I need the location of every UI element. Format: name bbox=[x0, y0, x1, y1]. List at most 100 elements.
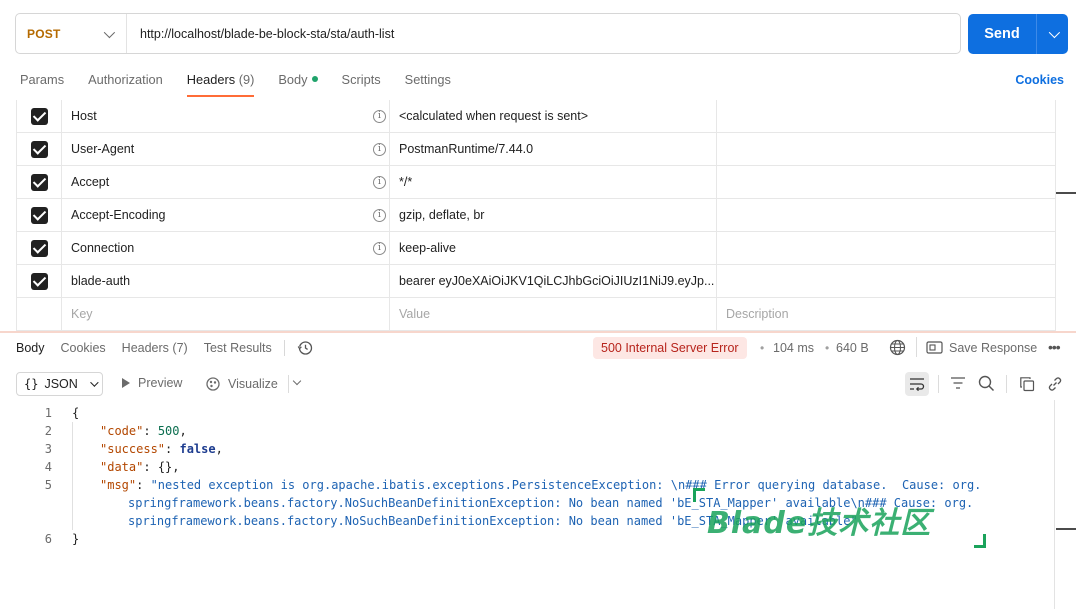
info-icon[interactable]: i bbox=[373, 208, 386, 222]
table-row: Host i <calculated when request is sent> bbox=[17, 100, 1055, 133]
request-tabs: Params Authorization Headers (9) Body Sc… bbox=[20, 72, 475, 97]
info-icon[interactable]: i bbox=[373, 241, 386, 255]
tab-response-cookies[interactable]: Cookies bbox=[61, 341, 106, 355]
line-number bbox=[0, 512, 52, 530]
globe-icon[interactable] bbox=[889, 339, 906, 356]
header-checkbox[interactable] bbox=[30, 239, 48, 257]
response-size[interactable]: 640 B bbox=[836, 341, 869, 355]
json-value: {} bbox=[157, 460, 173, 474]
send-button-group: Send bbox=[968, 14, 1068, 54]
play-icon bbox=[122, 378, 130, 388]
response-tabs: Body Cookies Headers (7) Test Results bbox=[16, 340, 313, 356]
preview-label: Preview bbox=[138, 376, 183, 390]
line-number: 5 bbox=[44, 478, 52, 492]
table-row: Accept-Encoding i gzip, deflate, br bbox=[17, 199, 1055, 232]
header-description[interactable] bbox=[717, 166, 1055, 198]
header-description[interactable] bbox=[717, 232, 1055, 264]
tab-test-results[interactable]: Test Results bbox=[204, 341, 272, 355]
url-input[interactable]: http://localhost/blade-be-block-sta/sta/… bbox=[127, 27, 394, 41]
link-icon[interactable] bbox=[1047, 376, 1063, 392]
json-value: false bbox=[179, 442, 216, 456]
line-number: 2 bbox=[44, 424, 52, 438]
search-icon[interactable] bbox=[978, 375, 995, 392]
header-description[interactable] bbox=[717, 133, 1055, 165]
wrap-lines-button[interactable] bbox=[905, 372, 929, 396]
json-key: "data" bbox=[100, 460, 144, 474]
cookies-link[interactable]: Cookies bbox=[1015, 73, 1064, 87]
watermark: Blade技术社区 bbox=[707, 506, 932, 541]
braces-icon: {} bbox=[24, 377, 39, 391]
header-key[interactable]: blade-auth bbox=[71, 274, 130, 288]
header-checkbox[interactable] bbox=[30, 272, 48, 290]
header-value[interactable]: gzip, deflate, br bbox=[390, 199, 717, 231]
header-checkbox[interactable] bbox=[30, 140, 48, 158]
tab-response-headers[interactable]: Headers (7) bbox=[122, 341, 188, 355]
header-value[interactable]: PostmanRuntime/7.44.0 bbox=[390, 133, 717, 165]
visualize-icon bbox=[206, 377, 220, 391]
info-icon[interactable]: i bbox=[373, 142, 386, 156]
header-key[interactable]: User-Agent bbox=[71, 142, 134, 156]
pane-divider[interactable] bbox=[0, 331, 1076, 333]
header-value[interactable]: keep-alive bbox=[390, 232, 717, 264]
tab-scripts[interactable]: Scripts bbox=[342, 72, 381, 96]
header-key[interactable]: Host bbox=[71, 109, 97, 123]
header-value[interactable]: */* bbox=[390, 166, 717, 198]
info-icon[interactable]: i bbox=[373, 175, 386, 189]
info-icon[interactable]: i bbox=[373, 109, 386, 123]
separator bbox=[288, 375, 289, 393]
code-line: 1 { bbox=[0, 404, 1054, 422]
header-checkbox[interactable] bbox=[30, 173, 48, 191]
send-options-button[interactable] bbox=[1037, 26, 1068, 39]
header-key[interactable]: Accept bbox=[71, 175, 109, 189]
code-text: } bbox=[72, 532, 80, 546]
header-value[interactable]: <calculated when request is sent> bbox=[390, 100, 717, 132]
method-select[interactable]: POST bbox=[16, 14, 127, 53]
new-key-input[interactable]: Key bbox=[62, 298, 390, 330]
table-row: blade-auth bearer eyJ0eXAiOiJKV1QiLCJhbG… bbox=[17, 265, 1055, 298]
tab-params[interactable]: Params bbox=[20, 72, 64, 96]
history-icon[interactable] bbox=[297, 340, 313, 356]
header-checkbox[interactable] bbox=[30, 107, 48, 125]
header-description[interactable] bbox=[717, 100, 1055, 132]
tab-response-body[interactable]: Body bbox=[16, 341, 45, 355]
separator bbox=[1006, 375, 1007, 393]
method-label: POST bbox=[27, 26, 61, 41]
watermark-bracket bbox=[974, 534, 986, 548]
format-select[interactable]: {} JSON bbox=[16, 372, 103, 396]
header-description[interactable] bbox=[717, 265, 1055, 297]
table-row: Accept i */* bbox=[17, 166, 1055, 199]
visualize-button[interactable]: Visualize bbox=[205, 376, 278, 392]
code-line: 3 "success": false, bbox=[0, 440, 1054, 458]
tab-authorization[interactable]: Authorization bbox=[88, 72, 163, 96]
chevron-down-icon bbox=[90, 378, 99, 387]
scrollbar-track[interactable] bbox=[1054, 400, 1055, 609]
filter-icon[interactable] bbox=[950, 376, 966, 390]
separator bbox=[916, 337, 917, 357]
new-description-input[interactable]: Description bbox=[717, 298, 1055, 330]
new-value-input[interactable]: Value bbox=[390, 298, 717, 330]
header-key[interactable]: Connection bbox=[71, 241, 134, 255]
tab-body[interactable]: Body bbox=[278, 72, 318, 96]
tab-settings[interactable]: Settings bbox=[405, 72, 451, 96]
header-value[interactable]: bearer eyJ0eXAiOiJKV1QiLCJhbGciOiJIUzI1N… bbox=[390, 265, 717, 297]
visualize-label: Visualize bbox=[228, 377, 278, 391]
send-button[interactable]: Send bbox=[968, 26, 1036, 42]
format-label: JSON bbox=[44, 377, 78, 391]
copy-icon[interactable] bbox=[1019, 376, 1035, 392]
json-key: "msg" bbox=[100, 478, 137, 492]
header-description[interactable] bbox=[717, 199, 1055, 231]
save-response-button[interactable]: Save Response bbox=[949, 341, 1037, 355]
response-time[interactable]: 104 ms bbox=[773, 341, 814, 355]
header-checkbox[interactable] bbox=[30, 206, 48, 224]
preview-button[interactable]: Preview bbox=[122, 376, 182, 390]
separator bbox=[938, 375, 939, 393]
more-options-icon[interactable]: ••• bbox=[1048, 339, 1061, 355]
tab-headers[interactable]: Headers (9) bbox=[186, 72, 254, 97]
header-key[interactable]: Accept-Encoding bbox=[71, 208, 166, 222]
watermark-bracket bbox=[693, 488, 705, 502]
indent-guide bbox=[72, 422, 73, 530]
url-bar: POST http://localhost/blade-be-block-sta… bbox=[15, 13, 961, 54]
visualize-chevron-down-icon[interactable] bbox=[292, 376, 302, 386]
status-badge[interactable]: 500 Internal Server Error bbox=[593, 337, 747, 359]
response-headers-count: (7) bbox=[172, 341, 188, 355]
